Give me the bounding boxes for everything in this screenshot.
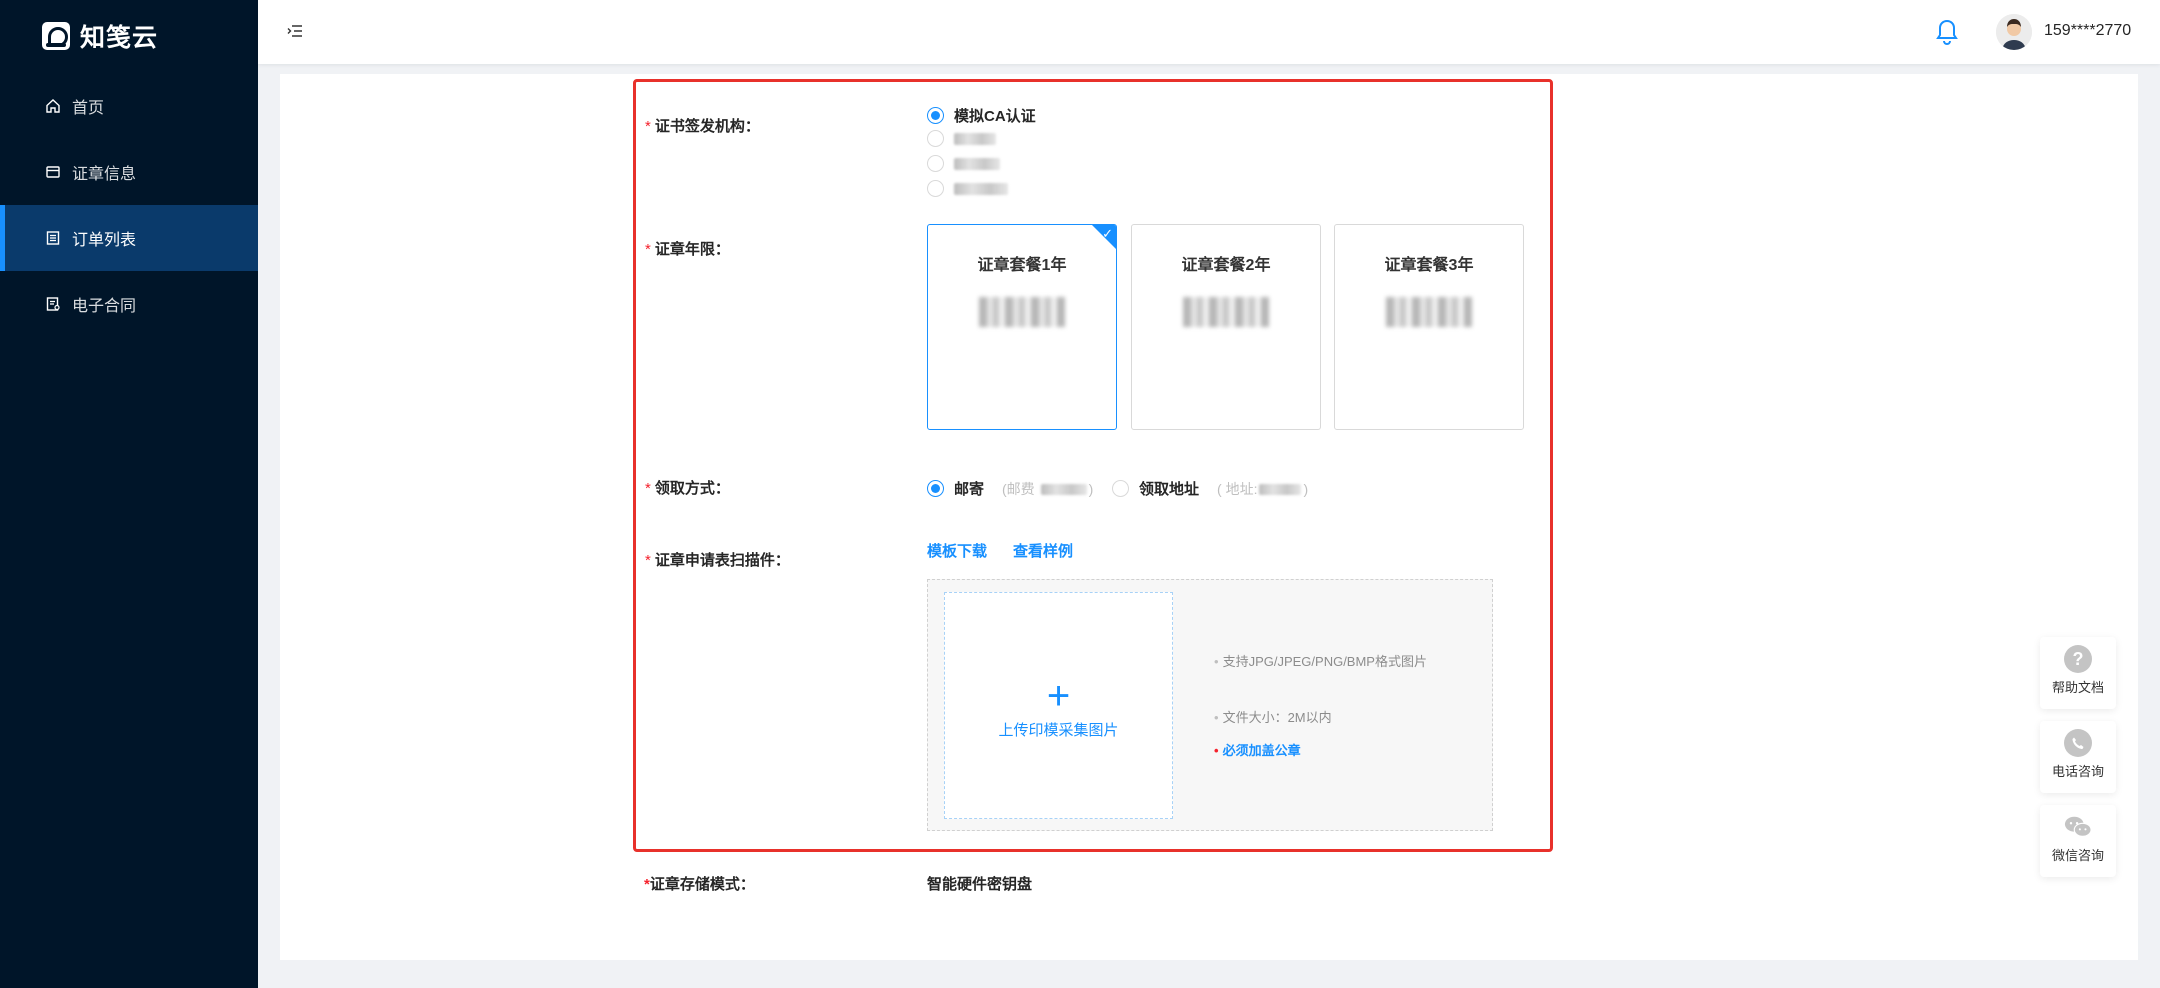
home-icon <box>44 97 62 115</box>
sidebar-item-orders[interactable]: 订单列表 <box>0 205 258 271</box>
sidebar-item-contracts[interactable]: 电子合同 <box>0 271 258 337</box>
bullet-dot: • <box>1214 743 1219 758</box>
required-mark: * <box>645 552 651 569</box>
upload-tip-format: • 支持JPG/JPEG/PNG/BMP格式图片 <box>1214 652 1434 672</box>
required-mark: * <box>645 480 651 497</box>
address-prefix: ( 地址: <box>1217 480 1258 497</box>
blurred-fee <box>1040 484 1087 496</box>
storage-label-text: 证章存储模式： <box>649 876 755 893</box>
pickup-self-option[interactable]: 领取地址 ( 地址:) <box>1112 478 1308 499</box>
tip-text: 支持JPG/JPEG/PNG/BMP格式图片 <box>1222 654 1427 669</box>
blurred-option-text <box>954 132 996 145</box>
wechat-consult-button[interactable]: 微信咨询 <box>2040 805 2116 877</box>
bullet-dot: • <box>1214 710 1219 725</box>
radio-checked[interactable] <box>927 480 944 497</box>
logo: 知笺云 <box>42 18 158 54</box>
issuer-option-label: 模拟CA认证 <box>954 108 1036 125</box>
card-icon <box>44 163 62 181</box>
package-title: 证章套餐3年 <box>1384 257 1474 274</box>
scan-label: * 证章申请表扫描件： <box>645 549 790 570</box>
view-sample-link[interactable]: 查看样例 <box>1013 540 1073 561</box>
required-mark: * <box>645 241 651 258</box>
sidebar-item-home[interactable]: 首页 <box>0 73 258 139</box>
blurred-option-text <box>954 157 1000 170</box>
tip-text: 文件大小：2M以内 <box>1222 710 1332 725</box>
issuer-option-2[interactable] <box>927 130 996 147</box>
pickup-mail-option[interactable]: 邮寄 (邮费 ) <box>927 478 1093 499</box>
sidebar-item-label: 订单列表 <box>72 232 137 249</box>
issuer-label-text: 证书签发机构： <box>654 118 760 135</box>
radio-unchecked[interactable] <box>1112 480 1129 497</box>
sidebar-menu: 首页 证章信息 订单列表 电子合同 <box>0 73 258 337</box>
package-title: 证章套餐1年 <box>977 257 1067 274</box>
pickup-label-text: 领取方式： <box>654 480 730 497</box>
required-mark: * <box>645 118 651 135</box>
pickup-mail-label: 邮寄 <box>954 481 985 498</box>
mail-fee-note: (邮费 ) <box>1002 479 1093 499</box>
list-icon <box>44 229 62 247</box>
package-card-1y[interactable]: 证章套餐1年 ✓ <box>927 224 1117 430</box>
avatar[interactable] <box>1996 14 2032 50</box>
logo-icon <box>42 22 70 50</box>
scan-label-text: 证章申请表扫描件： <box>654 552 790 569</box>
mail-fee-suffix: ) <box>1088 480 1094 497</box>
app-name: 知笺云 <box>80 24 159 52</box>
float-label: 帮助文档 <box>2051 680 2104 695</box>
username[interactable]: 159****2770 <box>2044 22 2131 40</box>
wechat-icon <box>2064 813 2092 841</box>
term-label-text: 证章年限： <box>654 241 730 258</box>
tip-text: 必须加盖公章 <box>1222 743 1301 758</box>
sidebar-item-label: 证章信息 <box>72 166 137 183</box>
package-card-2y[interactable]: 证章套餐2年 <box>1131 224 1321 430</box>
radio-checked[interactable] <box>927 107 944 124</box>
float-label: 电话咨询 <box>2051 764 2104 779</box>
top-header: 159****2770 <box>258 0 2160 64</box>
radio-unchecked[interactable] <box>927 130 944 147</box>
upload-tip-seal: • 必须加盖公章 <box>1214 741 1301 761</box>
mail-fee-prefix: (邮费 <box>1002 480 1035 497</box>
blurred-option-text <box>954 182 1008 195</box>
address-suffix: ) <box>1303 480 1309 497</box>
blurred-price <box>979 297 1065 327</box>
float-label: 微信咨询 <box>2051 848 2104 863</box>
radio-unchecked[interactable] <box>927 155 944 172</box>
pickup-self-label: 领取地址 <box>1139 481 1200 498</box>
check-icon: ✓ <box>1102 226 1113 241</box>
template-download-link[interactable]: 模板下载 <box>927 540 987 561</box>
radio-unchecked[interactable] <box>927 180 944 197</box>
sidebar-item-seal-info[interactable]: 证章信息 <box>0 139 258 205</box>
storage-label: *证章存储模式： <box>644 873 755 894</box>
pickup-address-note: ( 地址:) <box>1217 479 1308 499</box>
issuer-option-4[interactable] <box>927 180 1008 197</box>
bullet-dot: • <box>1214 654 1219 669</box>
menu-fold-icon[interactable] <box>286 22 306 42</box>
pickup-label: * 领取方式： <box>645 477 730 498</box>
blurred-price <box>1183 297 1269 327</box>
plus-icon: + <box>1046 674 1071 718</box>
sidebar: 知笺云 首页 证章信息 订单列表 电子合同 <box>0 0 258 988</box>
package-title: 证章套餐2年 <box>1181 257 1271 274</box>
phone-consult-button[interactable]: 电话咨询 <box>2040 721 2116 793</box>
term-label: * 证章年限： <box>645 238 730 259</box>
bell-icon[interactable] <box>1935 18 1961 46</box>
sidebar-item-label: 电子合同 <box>72 298 137 315</box>
sidebar-item-label: 首页 <box>72 100 105 117</box>
storage-value: 智能硬件密钥盘 <box>927 876 1033 893</box>
phone-icon <box>2064 729 2092 757</box>
issuer-option-3[interactable] <box>927 155 1000 172</box>
blurred-address <box>1259 484 1302 496</box>
upload-button[interactable]: + 上传印模采集图片 <box>944 592 1173 819</box>
upload-tip-size: • 文件大小：2M以内 <box>1214 708 1332 728</box>
question-icon: ? <box>2064 645 2092 673</box>
blurred-price <box>1386 297 1472 327</box>
package-card-3y[interactable]: 证章套餐3年 <box>1334 224 1524 430</box>
contract-icon <box>44 295 62 313</box>
upload-text: 上传印模采集图片 <box>998 722 1119 739</box>
issuer-label: * 证书签发机构： <box>645 115 760 136</box>
upload-area: + 上传印模采集图片 • 支持JPG/JPEG/PNG/BMP格式图片 • 文件大小… <box>927 579 1493 831</box>
issuer-option-1[interactable]: 模拟CA认证 <box>927 105 1036 126</box>
help-docs-button[interactable]: ? 帮助文档 <box>2040 637 2116 709</box>
